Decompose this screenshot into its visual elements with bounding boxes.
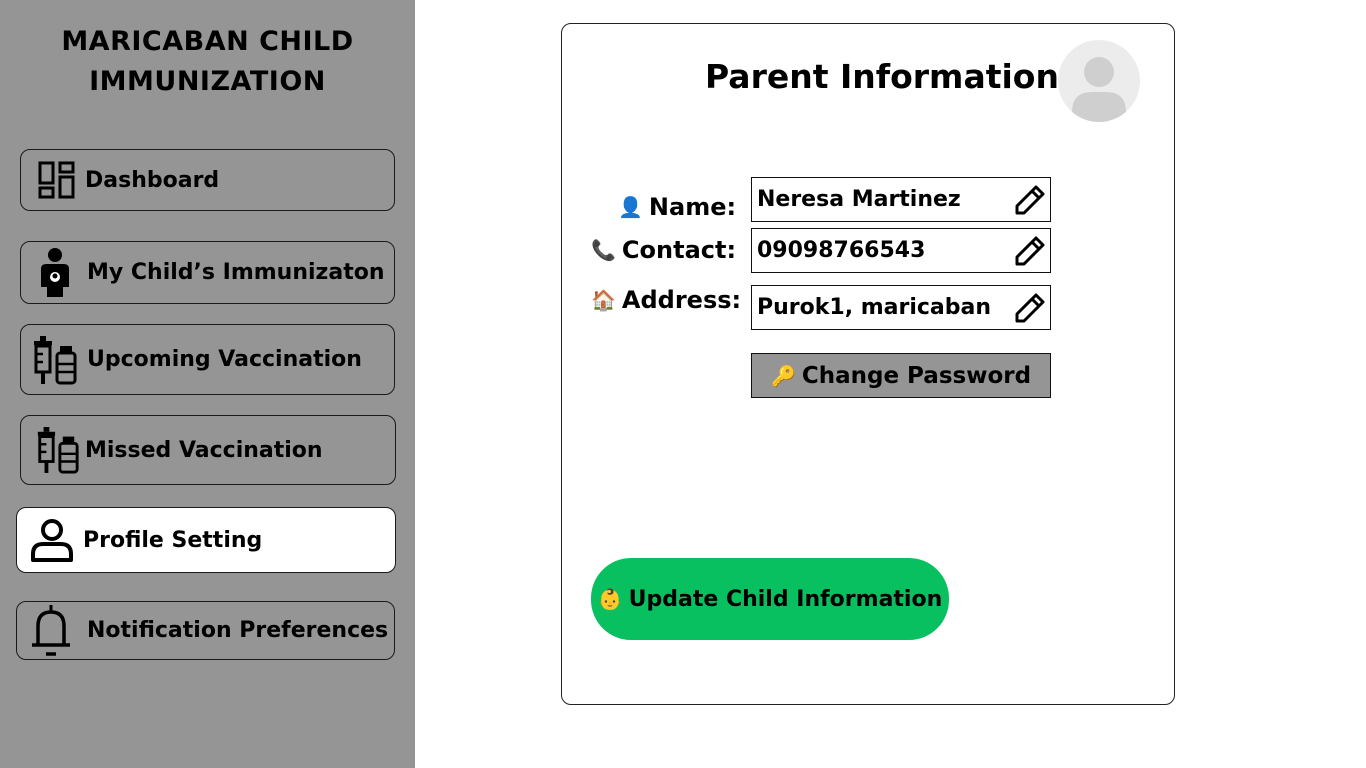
app-title: MARICABAN CHILD IMMUNIZATION <box>0 22 415 102</box>
sidebar-item-label: Upcoming Vaccination <box>87 347 362 372</box>
sidebar-item-label: Notification Preferences <box>87 618 389 643</box>
sidebar-item-notification-preferences[interactable]: Notification Preferences <box>16 601 395 660</box>
avatar[interactable] <box>1058 40 1140 122</box>
child-person-icon <box>35 247 75 299</box>
update-child-information-label: Update Child Information <box>628 586 943 612</box>
address-label: 🏠 Address: <box>591 286 742 314</box>
page-title: Parent Information <box>705 57 1059 96</box>
person-icon: 👤 <box>618 195 643 219</box>
app-title-line-2: IMMUNIZATION <box>89 66 326 97</box>
sidebar-item-label: My Child’s Immunizaton <box>87 260 385 285</box>
name-input[interactable] <box>757 187 1007 212</box>
syringe-vial-icon <box>29 334 79 386</box>
avatar-placeholder-icon <box>1072 57 1126 122</box>
baby-icon: 👶 <box>597 587 623 611</box>
sidebar-item-missed-vaccination[interactable]: Missed Vaccination <box>20 415 396 485</box>
sidebar-item-label: Profile Setting <box>83 527 263 553</box>
sidebar-item-dashboard[interactable]: Dashboard <box>20 149 395 211</box>
update-child-information-button[interactable]: 👶 Update Child Information <box>591 558 949 640</box>
user-profile-icon <box>29 518 75 562</box>
contact-field <box>751 228 1051 273</box>
name-field <box>751 177 1051 222</box>
sidebar-item-label: Missed Vaccination <box>85 437 323 463</box>
address-field <box>751 285 1051 330</box>
pencil-edit-icon[interactable] <box>1014 292 1046 324</box>
syringe-vial-icon <box>33 425 81 475</box>
house-icon: 🏠 <box>591 288 616 312</box>
dashboard-grid-icon <box>35 161 79 199</box>
sidebar-item-profile-setting[interactable]: Profile Setting <box>16 507 396 573</box>
contact-input[interactable] <box>757 238 1007 263</box>
pencil-edit-icon[interactable] <box>1014 184 1046 216</box>
sidebar: MARICABAN CHILD IMMUNIZATION Dashboard M… <box>0 0 415 768</box>
address-input[interactable] <box>757 295 1007 320</box>
sidebar-item-upcoming-vaccination[interactable]: Upcoming Vaccination <box>20 324 395 395</box>
key-icon: 🔑 <box>770 363 796 388</box>
change-password-button[interactable]: 🔑 Change Password <box>751 353 1051 398</box>
sidebar-item-my-child-immunization[interactable]: My Child’s Immunizaton <box>20 241 395 304</box>
pencil-edit-icon[interactable] <box>1014 235 1046 267</box>
app-title-line-1: MARICABAN CHILD <box>61 26 354 57</box>
name-label: 👤 Name: <box>618 193 737 221</box>
phone-icon: 📞 <box>591 238 616 262</box>
bell-icon <box>29 604 73 658</box>
contact-label: 📞 Contact: <box>591 236 737 264</box>
change-password-label: Change Password <box>801 362 1032 389</box>
sidebar-item-label: Dashboard <box>85 167 220 193</box>
